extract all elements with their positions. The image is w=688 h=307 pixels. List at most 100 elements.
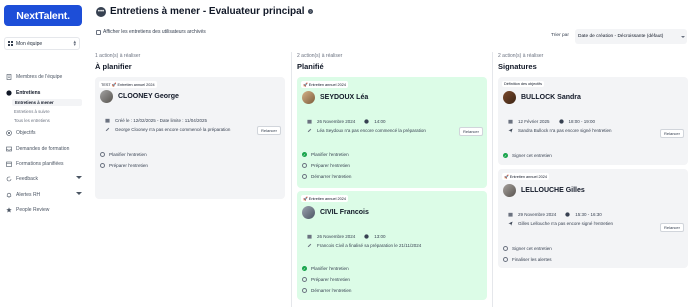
pen-icon	[307, 128, 312, 133]
sidebar: NextTalent. Mon équipe ▴ ▾ Membres de l'é…	[0, 0, 88, 307]
sidebar-item-objectives[interactable]: Objectifs	[6, 128, 35, 137]
calendar-icon	[307, 234, 312, 239]
column-to-plan: 1 action(s) à réaliser À planifier TEST …	[95, 52, 287, 307]
team-selector[interactable]: Mon équipe ▴ ▾	[4, 37, 80, 50]
chat-bubble-icon: •••	[96, 7, 106, 17]
interview-card[interactable]: Définition des objectifs BULLOCK Sandra …	[498, 77, 688, 165]
calendar-icon	[105, 118, 110, 123]
avatar	[302, 206, 315, 219]
column-signatures: 2 action(s) à réaliser Signatures Défini…	[498, 52, 688, 307]
sidebar-item-training-requests[interactable]: Demandes de formation	[6, 144, 69, 153]
sidebar-subitem-all[interactable]: Tous les entretiens	[14, 117, 50, 124]
step-item[interactable]: Finaliser les alertes	[503, 257, 552, 262]
circle-icon	[302, 277, 307, 282]
step-item[interactable]: ✓ Planifier l'entretien	[302, 266, 349, 271]
relancer-button[interactable]: Relancer	[659, 223, 684, 232]
page-title: Entretiens à mener - Evaluateur principa…	[110, 6, 305, 17]
step-label: Signer cet entretien	[512, 246, 552, 251]
preparation-status: Léa Seydoux n'a pas encore commencé la p…	[307, 128, 426, 133]
relancer-button[interactable]: Relancer	[256, 126, 281, 135]
sidebar-item-label: Membres de l'équipe	[16, 73, 63, 80]
sidebar-item-people-review[interactable]: People Review	[6, 205, 49, 214]
help-icon[interactable]: ?	[308, 9, 313, 14]
target-icon	[6, 129, 12, 136]
signature-status-text: Sandra Bullock n'a pas encore signé l'en…	[518, 128, 612, 133]
employee-name[interactable]: BULLOCK Sandra	[521, 94, 581, 101]
calendar-icon	[307, 119, 312, 124]
avatar	[503, 184, 516, 197]
employee-name[interactable]: CIVIL Francois	[320, 209, 369, 216]
sidebar-item-label: Demandes de formation	[16, 145, 70, 152]
team-selector-label: Mon équipe	[16, 40, 43, 47]
avatar	[100, 90, 113, 103]
sidebar-item-planned-trainings[interactable]: Formations planifiées	[6, 159, 64, 168]
interview-time: 14:00	[374, 119, 386, 124]
circle-icon	[302, 163, 307, 168]
sidebar-item-interviews[interactable]: Entretiens	[6, 88, 40, 97]
check-icon: ✓	[503, 153, 508, 158]
calendar-icon	[6, 161, 12, 167]
interview-date: 12 Février 2025	[518, 119, 550, 124]
employee-name[interactable]: CLOONEY George	[118, 93, 179, 100]
interview-card[interactable]: 🚀 Entretien annuel 2024 CIVIL Francois 2…	[297, 191, 487, 300]
sidebar-subitem-to-conduct[interactable]: Entretiens à mener	[12, 99, 82, 106]
interview-date: 26 Novembre 2024	[317, 234, 356, 239]
step-item[interactable]: Préparer l'entretien	[302, 277, 350, 282]
app-logo[interactable]: NextTalent.	[4, 5, 82, 26]
column-count: 2 action(s) à réaliser	[297, 53, 343, 59]
interview-card[interactable]: TEST 🚀 Entretien annuel 2024 CLOONEY Geo…	[95, 77, 285, 199]
circle-icon	[100, 152, 105, 157]
employee-name[interactable]: SEYDOUX Léa	[320, 94, 368, 101]
circle-icon	[302, 174, 307, 179]
preparation-status-text: Léa Seydoux n'a pas encore commencé la p…	[317, 128, 426, 133]
relancer-button[interactable]: Relancer	[458, 127, 483, 136]
preparation-status: George Clooney n'a pas encore commencé l…	[105, 127, 230, 132]
step-label: Préparer l'entretien	[109, 163, 148, 168]
sidebar-item-hr-alerts[interactable]: Alertes RH	[6, 190, 82, 199]
clock-icon	[558, 119, 564, 124]
circle-icon	[503, 257, 508, 262]
column-count: 1 action(s) à réaliser	[95, 53, 141, 59]
checkbox-box[interactable]	[96, 29, 101, 35]
interview-datetime: 12 Février 2025 18:00 - 19:00	[508, 119, 595, 124]
sort-label: Trier par	[551, 33, 569, 38]
interview-card[interactable]: 🚀 Entretien annuel 2024 SEYDOUX Léa 26 N…	[297, 77, 487, 188]
campaign-tag: 🚀 Entretien annuel 2024	[301, 81, 348, 88]
clock-icon	[364, 119, 369, 124]
relancer-button[interactable]: Relancer	[659, 129, 684, 138]
interview-card[interactable]: 🚀 Entretien annuel 2024 LELLOUCHE Gilles…	[498, 169, 688, 268]
interview-datetime: 29 Novembre 2024 15:30 - 16:30	[508, 212, 602, 217]
sidebar-subitem-to-follow[interactable]: Entretiens à suivre	[14, 108, 50, 115]
sidebar-item-label: Formations planifiées	[16, 160, 64, 167]
circle-icon	[100, 163, 105, 168]
campaign-tag: TEST 🚀 Entretien annuel 2024	[99, 81, 157, 88]
send-icon	[508, 221, 513, 226]
circle-icon	[302, 288, 307, 293]
step-item[interactable]: Préparer l'entretien	[100, 163, 148, 168]
step-item[interactable]: Préparer l'entretien	[302, 163, 350, 168]
pen-icon	[105, 127, 110, 132]
send-icon	[508, 128, 513, 133]
interview-time: 18:00 - 19:00	[568, 119, 596, 124]
step-item[interactable]: ✓ Planifier l'entretien	[302, 152, 349, 157]
chat-icon	[6, 89, 12, 96]
step-label: Planifier l'entretien	[109, 152, 147, 157]
step-item[interactable]: Démarrer l'entretien	[302, 174, 351, 179]
sidebar-item-feedback[interactable]: Feedback	[6, 174, 82, 183]
step-item[interactable]: Signer cet entretien	[503, 246, 552, 251]
step-item[interactable]: Planifier l'entretien	[100, 152, 147, 157]
document-icon	[6, 73, 12, 80]
column-title: Signatures	[498, 62, 537, 71]
clock-icon	[565, 212, 570, 217]
sidebar-item-label: Objectifs	[16, 129, 36, 136]
sidebar-item-team-members[interactable]: Membres de l'équipe	[6, 72, 62, 81]
campaign-tag: Définition des objectifs	[502, 81, 544, 87]
preparation-status-text: George Clooney n'a pas encore commencé l…	[115, 127, 231, 132]
step-item[interactable]: ✓ Signer cet entretien	[503, 153, 552, 158]
employee-name[interactable]: LELLOUCHE Gilles	[521, 187, 585, 194]
sort-select[interactable]: Date de création - Décroissante (défaut)	[575, 29, 687, 44]
archived-users-checkbox[interactable]: Afficher les entretiens des utilisateurs…	[96, 29, 206, 35]
interview-time: 13:00	[374, 234, 386, 239]
step-item[interactable]: Démarrer l'entretien	[302, 288, 351, 293]
calendar-icon	[508, 119, 513, 124]
